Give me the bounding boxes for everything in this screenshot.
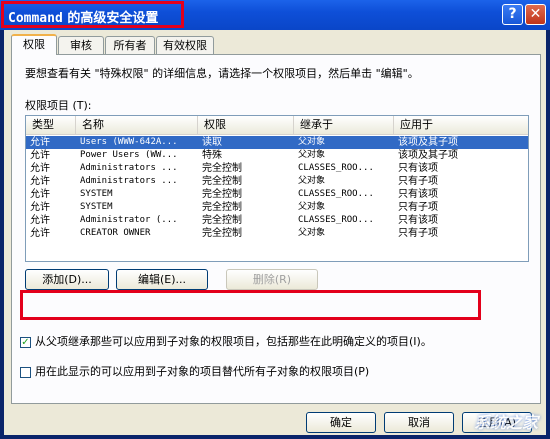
help-button[interactable]: ? bbox=[502, 4, 523, 25]
close-icon: ✕ bbox=[529, 6, 542, 22]
table-row[interactable]: 允许 SYSTEM 完全控制 父对象 只有子项 bbox=[26, 201, 528, 214]
table-row[interactable]: 允许 Administrators ... 完全控制 CLASSES_ROO... 只有… bbox=[26, 162, 528, 175]
title-highlight-box bbox=[1, 1, 184, 28]
cell-name: Administrators ... bbox=[80, 176, 178, 186]
table-row[interactable]: 允许 Users (WWW-642A... 读取 父对象 该项及其子项 bbox=[26, 136, 528, 149]
list-rows: 允许 Users (WWW-642A... 读取 父对象 该项及其子项 允许 Power U… bbox=[26, 136, 528, 240]
column-header-type[interactable]: 类型 bbox=[26, 116, 76, 134]
inherit-checkbox[interactable]: ✓ bbox=[20, 336, 31, 348]
cell-type: 允许 bbox=[30, 163, 50, 174]
column-header-inherited-from[interactable]: 继承于 bbox=[294, 116, 394, 134]
cell-apply-to: 该项及其子项 bbox=[398, 150, 458, 161]
table-row[interactable]: 允许 Administrator (... 完全控制 CLASSES_ROO... 只有… bbox=[26, 214, 528, 227]
cell-permission: 完全控制 bbox=[202, 215, 242, 226]
help-icon: ? bbox=[508, 6, 517, 22]
cell-permission: 完全控制 bbox=[202, 228, 242, 239]
cell-type: 允许 bbox=[30, 215, 50, 226]
edit-button[interactable]: 编辑(E)... bbox=[116, 269, 208, 290]
cell-inherited-from: 父对象 bbox=[298, 150, 326, 160]
cell-type: 允许 bbox=[30, 228, 50, 239]
cell-name: Power Users (WW... bbox=[80, 150, 178, 160]
tab-effective-permissions[interactable]: 有效权限 bbox=[156, 36, 214, 54]
cell-inherited-from: 父对象 bbox=[298, 228, 326, 238]
cell-inherited-from: CLASSES_ROO... bbox=[298, 215, 374, 225]
cell-apply-to: 只有该项 bbox=[398, 163, 438, 174]
table-row[interactable]: 允许 CREATOR OWNER 完全控制 父对象 只有子项 bbox=[26, 227, 528, 240]
cell-permission: 完全控制 bbox=[202, 189, 242, 200]
cell-inherited-from: 父对象 bbox=[298, 176, 326, 186]
cell-name: Administrators ... bbox=[80, 163, 178, 173]
cell-inherited-from: 父对象 bbox=[298, 137, 326, 147]
permissions-panel: 要想查看有关 "特殊权限" 的详细信息，请选择一个权限项目，然后单击 "编辑"。… bbox=[11, 54, 541, 404]
cell-inherited-from: CLASSES_ROO... bbox=[298, 163, 374, 173]
permission-entries-label: 权限项目 (T): bbox=[25, 99, 92, 112]
column-header-name[interactable]: 名称 bbox=[76, 116, 198, 134]
table-row[interactable]: 允许 Administrators ... 完全控制 父对象 只有子项 bbox=[26, 175, 528, 188]
tab-label: 权限 bbox=[23, 38, 45, 51]
cell-apply-to: 该项及其子项 bbox=[398, 137, 458, 148]
cell-permission: 读取 bbox=[202, 137, 222, 148]
table-row[interactable]: 允许 SYSTEM 完全控制 CLASSES_ROO... 只有该项 bbox=[26, 188, 528, 201]
tab-owner[interactable]: 所有者 bbox=[105, 36, 155, 54]
cell-type: 允许 bbox=[30, 150, 50, 161]
cell-permission: 完全控制 bbox=[202, 163, 242, 174]
title-bar[interactable]: Command 的高级安全设置 ? ✕ bbox=[0, 0, 550, 30]
replace-option-label: 用在此显示的可以应用到子对象的项目替代所有子对象的权限项目(P) bbox=[35, 365, 370, 378]
cell-inherited-from: 父对象 bbox=[298, 202, 326, 212]
tab-label: 有效权限 bbox=[163, 39, 207, 52]
security-settings-window: Command 的高级安全设置 ? ✕ 权限 审核 所有者 有效权限 要想查看有… bbox=[0, 0, 550, 439]
permission-entries-list[interactable]: 类型 名称 权限 继承于 应用于 允许 Users (WWW-642A... 读取父… bbox=[25, 115, 529, 262]
tab-label: 审核 bbox=[70, 39, 92, 52]
dialog-client-area: 权限 审核 所有者 有效权限 要想查看有关 "特殊权限" 的详细信息，请选择一个… bbox=[4, 30, 546, 435]
column-header-permission[interactable]: 权限 bbox=[198, 116, 294, 134]
delete-button: 删除(R) bbox=[226, 269, 318, 290]
cell-name: Users (WWW-642A... bbox=[80, 137, 178, 147]
tab-permissions[interactable]: 权限 bbox=[11, 34, 57, 55]
tab-auditing[interactable]: 审核 bbox=[58, 36, 104, 54]
tab-label: 所有者 bbox=[113, 39, 147, 52]
cell-apply-to: 只有子项 bbox=[398, 176, 438, 187]
inherit-option-highlight-box bbox=[20, 290, 481, 320]
column-header-apply-to[interactable]: 应用于 bbox=[394, 116, 528, 134]
close-button[interactable]: ✕ bbox=[525, 4, 546, 25]
cell-apply-to: 只有子项 bbox=[398, 228, 438, 239]
cell-apply-to: 只有该项 bbox=[398, 189, 438, 200]
cell-name: CREATOR OWNER bbox=[80, 228, 151, 238]
replace-option[interactable]: 用在此显示的可以应用到子对象的项目替代所有子对象的权限项目(P) bbox=[20, 363, 369, 379]
cell-name: SYSTEM bbox=[80, 202, 113, 212]
list-header: 类型 名称 权限 继承于 应用于 bbox=[26, 116, 528, 135]
inherit-option-label: 从父项继承那些可以应用到子对象的权限项目，包括那些在此明确定义的项目(I)。 bbox=[35, 335, 432, 348]
cell-type: 允许 bbox=[30, 137, 50, 148]
cell-name: Administrator (... bbox=[80, 215, 178, 225]
cell-inherited-from: CLASSES_ROO... bbox=[298, 189, 374, 199]
cell-apply-to: 只有子项 bbox=[398, 202, 438, 213]
cell-type: 允许 bbox=[30, 176, 50, 187]
ok-button[interactable]: 确定 bbox=[306, 412, 376, 433]
cancel-button[interactable]: 取消 bbox=[384, 412, 454, 433]
cell-type: 允许 bbox=[30, 189, 50, 200]
add-button[interactable]: 添加(D)... bbox=[25, 269, 109, 290]
cell-permission: 特殊 bbox=[202, 150, 222, 161]
cell-permission: 完全控制 bbox=[202, 202, 242, 213]
watermark-logo: 系统之家 bbox=[473, 413, 538, 432]
inherit-option[interactable]: ✓ 从父项继承那些可以应用到子对象的权限项目，包括那些在此明确定义的项目(I)。 bbox=[20, 333, 432, 349]
cell-apply-to: 只有该项 bbox=[398, 215, 438, 226]
cell-name: SYSTEM bbox=[80, 189, 113, 199]
panel-description: 要想查看有关 "特殊权限" 的详细信息，请选择一个权限项目，然后单击 "编辑"。 bbox=[25, 67, 419, 80]
cell-type: 允许 bbox=[30, 202, 50, 213]
table-row[interactable]: 允许 Power Users (WW... 特殊 父对象 该项及其子项 bbox=[26, 149, 528, 162]
replace-checkbox[interactable] bbox=[20, 366, 31, 378]
cell-permission: 完全控制 bbox=[202, 176, 242, 187]
